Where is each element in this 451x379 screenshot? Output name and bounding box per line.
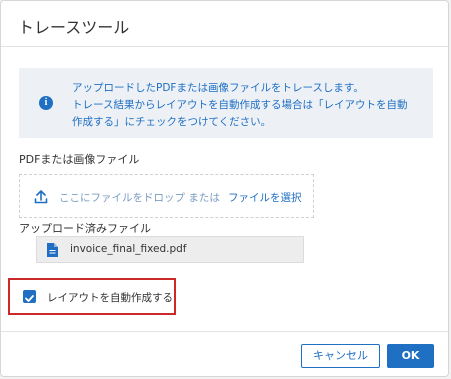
dialog-title: トレースツール <box>18 18 130 37</box>
info-message-text: アップロードしたPDFまたは画像ファイルをトレースします。 トレース結果からレイ… <box>72 80 427 131</box>
upload-icon <box>34 190 48 204</box>
uploaded-files-label: アップロード済みファイル <box>19 222 151 235</box>
footer-divider <box>1 331 448 332</box>
auto-layout-option: レイアウトを自動作成する <box>8 278 176 315</box>
info-message-box: i アップロードしたPDFまたは画像ファイルをトレースします。 トレース結果から… <box>19 68 433 138</box>
dropzone-text: ここにファイルをドロップ または <box>59 192 220 204</box>
info-line-3: 作成する」にチェックをつけてください。 <box>72 116 272 128</box>
checkmark-icon <box>25 295 34 302</box>
info-icon: i <box>39 96 53 110</box>
file-dropzone[interactable]: ここにファイルをドロップ または ファイルを選択 <box>19 174 314 218</box>
file-input-label: PDFまたは画像ファイル <box>19 153 140 166</box>
dialog-header: トレースツール <box>1 1 448 47</box>
uploaded-file-name: invoice_final_fixed.pdf <box>70 243 187 255</box>
cancel-button[interactable]: キャンセル <box>301 344 380 368</box>
auto-layout-label[interactable]: レイアウトを自動作成する <box>47 290 173 305</box>
uploaded-file-item[interactable]: invoice_final_fixed.pdf <box>36 236 304 263</box>
auto-layout-checkbox[interactable] <box>23 290 36 303</box>
select-file-link[interactable]: ファイルを選択 <box>228 190 302 205</box>
file-icon <box>47 243 58 257</box>
trace-tool-dialog: トレースツール i アップロードしたPDFまたは画像ファイルをトレースします。 … <box>0 0 449 377</box>
info-line-2: トレース結果からレイアウトを自動作成する場合は「レイアウトを自動 <box>72 99 408 111</box>
ok-button[interactable]: OK <box>387 344 434 368</box>
info-line-1: アップロードしたPDFまたは画像ファイルをトレースします。 <box>72 82 364 94</box>
